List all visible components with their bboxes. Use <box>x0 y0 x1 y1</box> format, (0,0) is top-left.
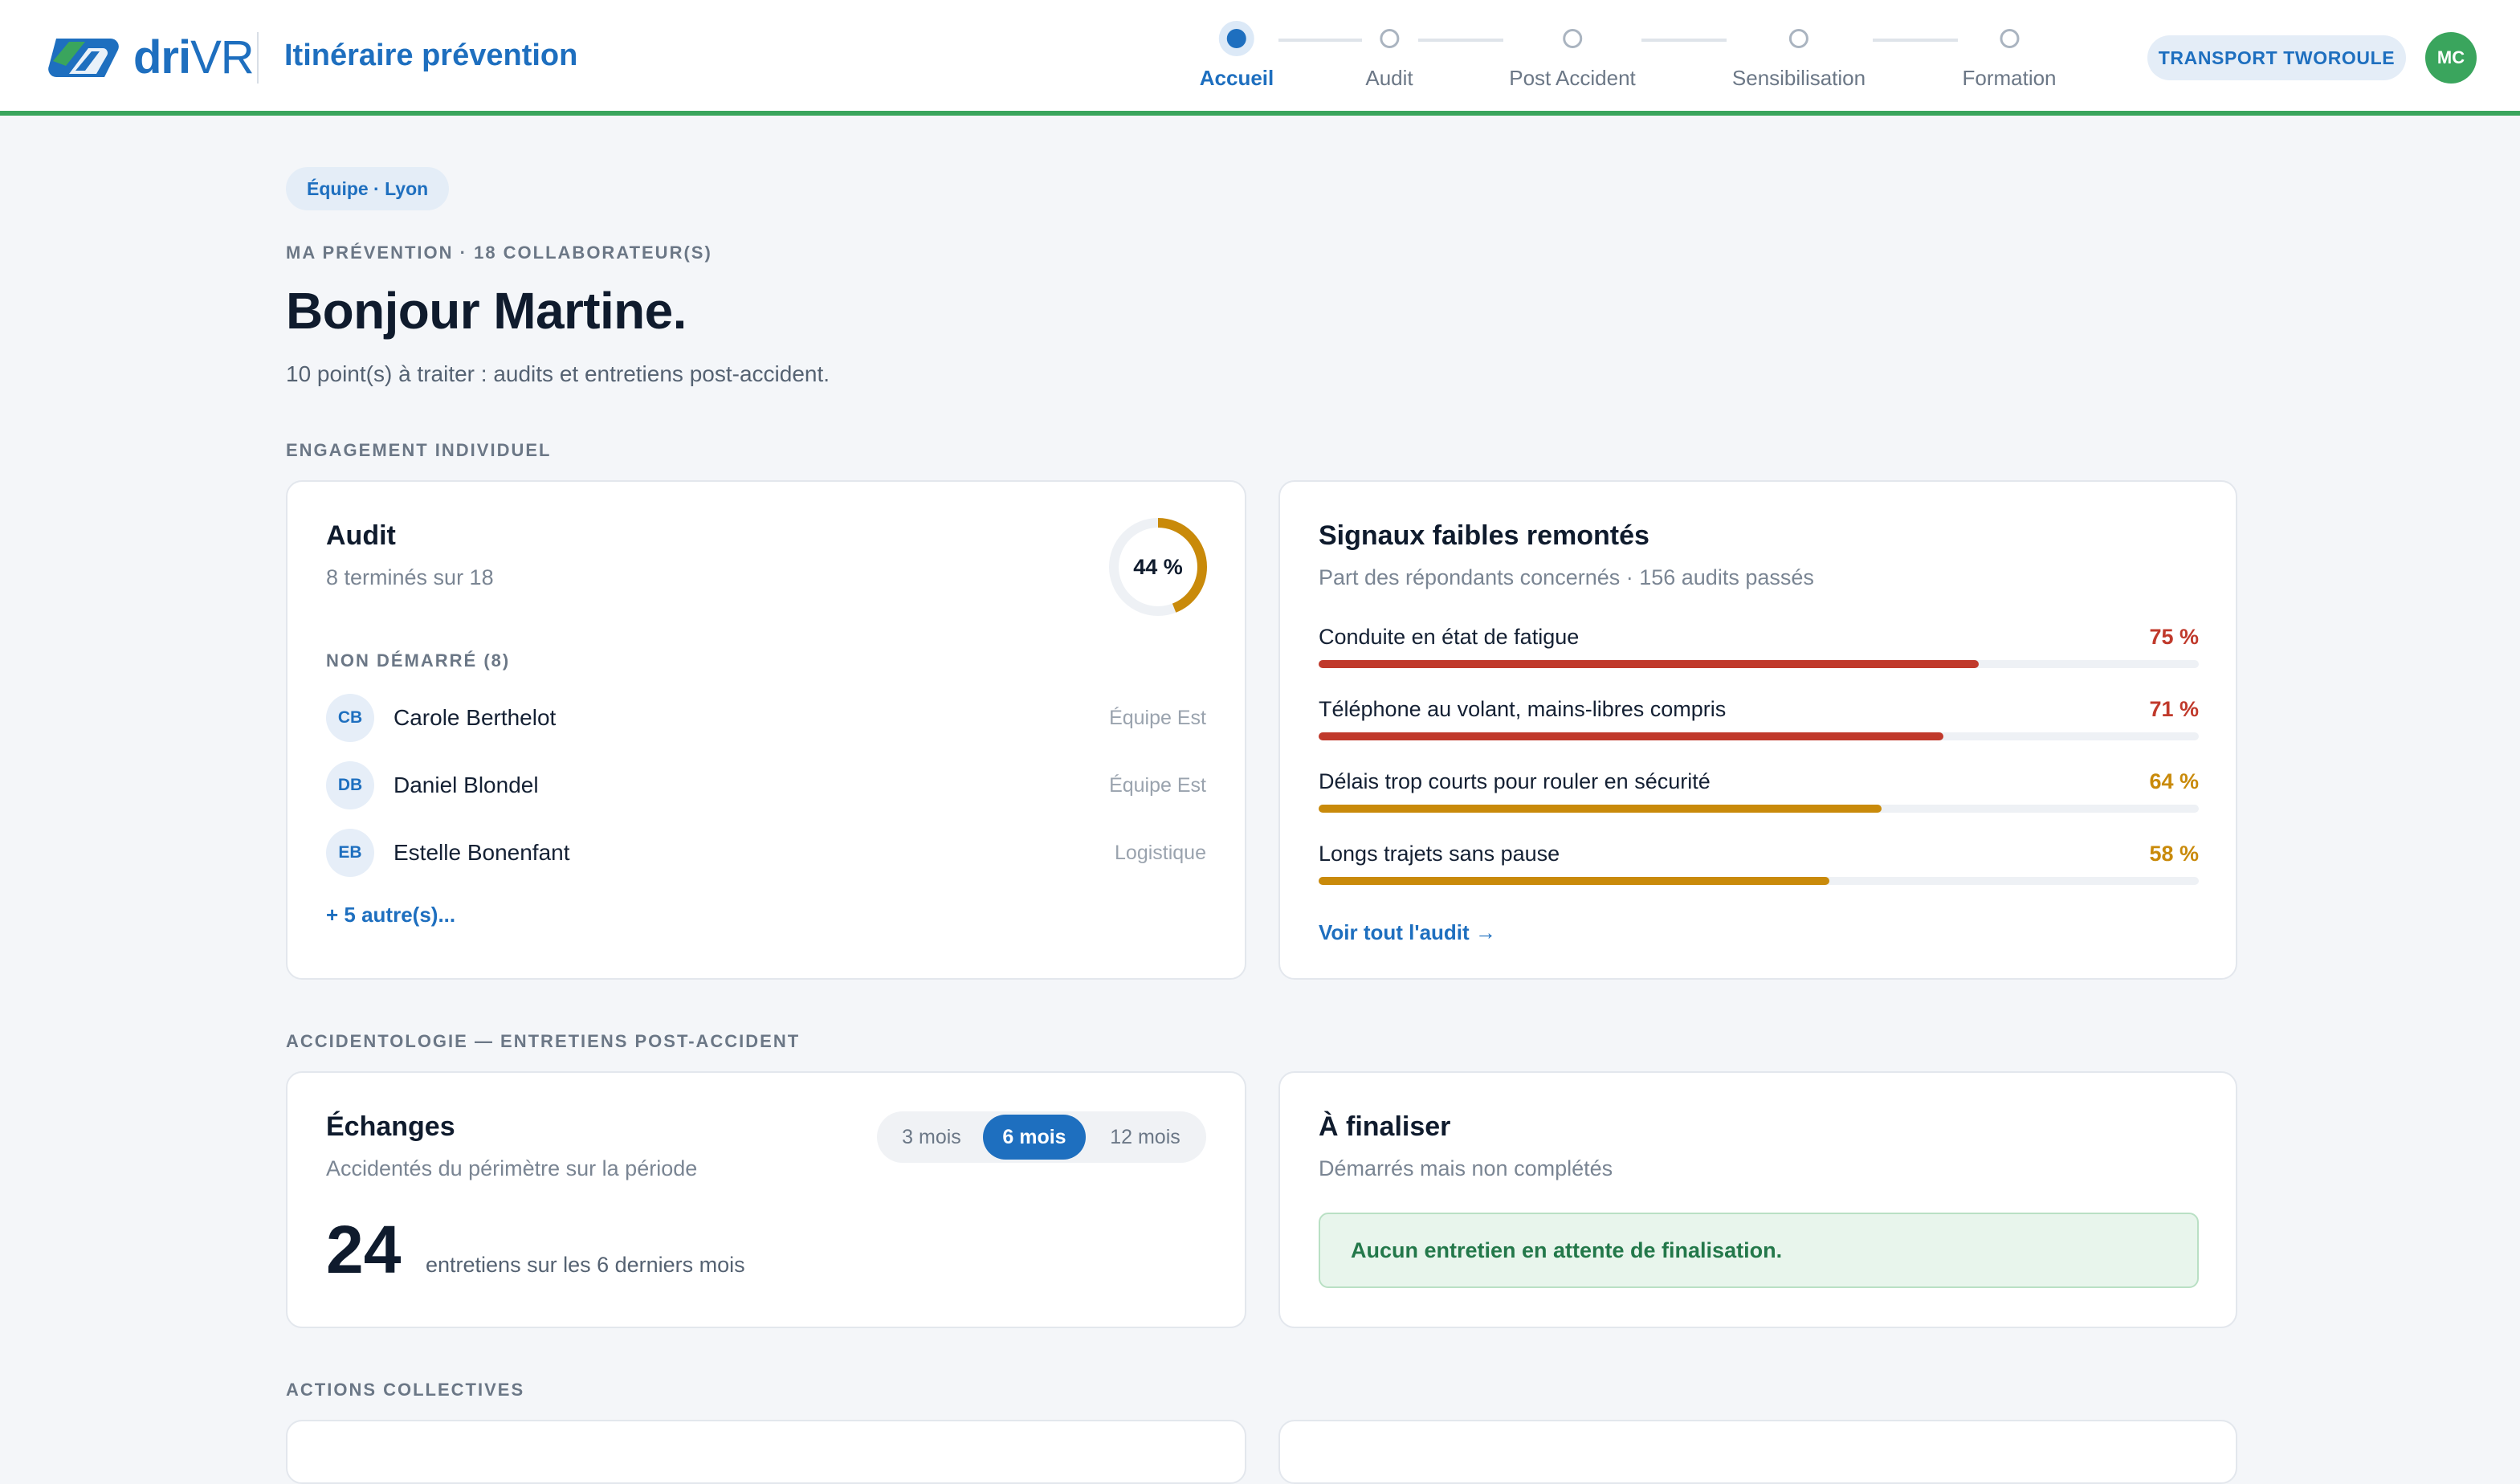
to-finalize-card: À finaliser Démarrés mais non complétés … <box>1278 1071 2237 1328</box>
person-initials: EB <box>326 829 374 877</box>
signal-bar-fill <box>1319 877 1829 885</box>
signal-percent: 75 % <box>2149 625 2199 649</box>
signal-bar-fill <box>1319 732 1944 740</box>
period-selector: 3 mois 6 mois 12 mois <box>877 1111 1206 1163</box>
collective-actions-card-2 <box>1278 1420 2237 1484</box>
step-connector <box>1873 39 1958 42</box>
signal-bar-fill <box>1319 660 1979 668</box>
person-name: Estelle Bonenfant <box>393 840 570 865</box>
top-bar: driVR Itinéraire prévention Accueil Audi… <box>0 0 2520 116</box>
page-eyebrow: MA PRÉVENTION · 18 COLLABORATEUR(S) <box>286 243 712 263</box>
signal-row: Conduite en état de fatigue 75 % <box>1319 625 2199 689</box>
step-connector <box>1278 39 1362 42</box>
step-connector <box>1418 39 1503 42</box>
period-option-3-months[interactable]: 3 mois <box>880 1115 983 1160</box>
step-audit[interactable]: Audit <box>1365 21 1413 91</box>
audit-card: Audit 8 terminés sur 18 44 % NON DÉMARRÉ… <box>286 480 1246 980</box>
list-item[interactable]: DB Daniel Blondel Équipe Est <box>326 761 1206 813</box>
signal-bar-track <box>1319 805 2199 813</box>
empty-state-message: Aucun entretien en attente de finalisati… <box>1319 1213 2199 1288</box>
progress-stepper: Accueil Audit Post Accident Sensibilisat… <box>0 21 2520 101</box>
signal-bar-track <box>1319 660 2199 668</box>
section-title-accidentologie: ACCIDENTOLOGIE — ENTRETIENS POST-ACCIDEN… <box>286 1031 801 1051</box>
signal-label: Conduite en état de fatigue <box>1319 625 1580 649</box>
signal-bar-fill <box>1319 805 1882 813</box>
signal-row: Délais trop courts pour rouler en sécuri… <box>1319 769 2199 834</box>
interview-count-caption: entretiens sur les 6 derniers mois <box>426 1253 745 1277</box>
card-title: Échanges <box>326 1111 455 1142</box>
card-title: Audit <box>326 520 396 551</box>
signal-bar-track <box>1319 877 2199 885</box>
card-subtitle: Démarrés mais non complétés <box>1319 1156 1613 1180</box>
signal-percent: 64 % <box>2149 769 2199 793</box>
not-started-label: NON DÉMARRÉ (8) <box>326 650 511 671</box>
more-people-link[interactable]: + 5 autre(s)... <box>326 903 455 928</box>
person-team: Équipe Est <box>1109 774 1206 797</box>
step-dot <box>1562 29 1582 48</box>
signal-row: Téléphone au volant, mains-libres compri… <box>1319 697 2199 761</box>
person-initials: CB <box>326 694 374 742</box>
section-title-engagement: ENGAGEMENT INDIVIDUEL <box>286 440 552 460</box>
step-dot <box>1789 29 1808 48</box>
step-label: Post Accident <box>1509 66 1636 90</box>
person-team: Équipe Est <box>1109 707 1206 729</box>
person-initials: DB <box>326 761 374 809</box>
step-accueil[interactable]: Accueil <box>1200 21 1274 91</box>
card-subtitle: Part des répondants concernés · 156 audi… <box>1319 565 1814 589</box>
signal-percent: 58 % <box>2149 842 2199 866</box>
see-all-audit-link[interactable]: Voir tout l'audit → <box>1319 920 1496 945</box>
step-label: Audit <box>1365 66 1413 90</box>
card-subtitle: Accidentés du périmètre sur la période <box>326 1156 698 1180</box>
period-option-12-months[interactable]: 12 mois <box>1089 1115 1201 1160</box>
user-avatar[interactable]: MC <box>2425 32 2477 84</box>
signal-row: Longs trajets sans pause 58 % <box>1319 842 2199 906</box>
company-badge[interactable]: TRANSPORT TWOROULE <box>2147 35 2406 80</box>
section-title-actions: ACTIONS COLLECTIVES <box>286 1380 525 1400</box>
signal-label: Téléphone au volant, mains-libres compri… <box>1319 697 1727 721</box>
person-name: Carole Berthelot <box>393 705 557 730</box>
step-dot <box>1219 21 1254 56</box>
weak-signals-card: Signaux faibles remontés Part des répond… <box>1278 480 2237 980</box>
list-item[interactable]: CB Carole Berthelot Équipe Est <box>326 694 1206 745</box>
step-post-accident[interactable]: Post Accident <box>1509 21 1636 91</box>
step-dot <box>1379 29 1399 48</box>
step-label: Formation <box>1962 66 2057 90</box>
signal-bar-track <box>1319 732 2199 740</box>
list-item[interactable]: EB Estelle Bonenfant Logistique <box>326 829 1206 880</box>
page-title: Bonjour Martine. <box>286 282 687 340</box>
person-name: Daniel Blondel <box>393 773 539 797</box>
step-label: Accueil <box>1199 66 1274 90</box>
step-label: Sensibilisation <box>1731 66 1866 90</box>
signal-label: Longs trajets sans pause <box>1319 842 1560 866</box>
page-subtitle: 10 point(s) à traiter : audits et entret… <box>286 361 830 386</box>
person-team: Logistique <box>1115 842 1206 864</box>
card-title: À finaliser <box>1319 1111 1451 1142</box>
step-dot <box>1999 29 2019 48</box>
signal-label: Délais trop courts pour rouler en sécuri… <box>1319 769 1711 793</box>
card-subtitle: 8 terminés sur 18 <box>326 565 494 589</box>
step-connector <box>1641 39 1727 42</box>
exchanges-card: Échanges Accidentés du périmètre sur la … <box>286 1071 1246 1328</box>
interview-count: 24 <box>326 1212 402 1287</box>
signal-percent: 71 % <box>2149 697 2199 721</box>
period-option-6-months[interactable]: 6 mois <box>983 1115 1086 1160</box>
step-formation[interactable]: Formation <box>1962 21 2057 91</box>
team-chip[interactable]: Équipe · Lyon <box>286 167 450 210</box>
step-sensibilisation[interactable]: Sensibilisation <box>1732 21 1866 91</box>
audit-progress-value: 44 % <box>1133 554 1183 579</box>
collective-actions-card <box>286 1420 1246 1484</box>
card-title: Signaux faibles remontés <box>1319 520 1649 551</box>
